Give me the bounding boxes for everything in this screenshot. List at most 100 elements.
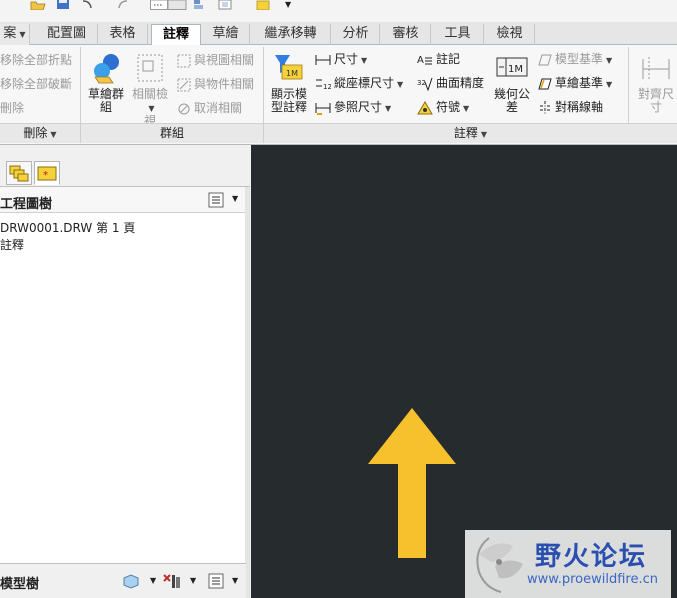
button-label: 註記 <box>436 52 461 66</box>
tab-folder-browser[interactable]: * <box>34 161 60 185</box>
close-window-icon[interactable] <box>218 0 232 10</box>
button-label: 尺寸 <box>334 52 359 66</box>
button-label: 與視圖相關 <box>194 53 255 67</box>
tree-settings-icon[interactable] <box>208 573 224 589</box>
svg-text:1M: 1M <box>286 69 298 78</box>
ribbon: 移除全部折點 移除全部破斷 刪除 刪除 ▼ 草繪群 組 相關檢▼ 視 與視圖相關 … <box>0 45 677 145</box>
sketch-group-button[interactable]: 草繪群 組 <box>86 51 126 114</box>
symmetry-line-button[interactable]: 對稱線軸 <box>538 99 603 115</box>
note-button[interactable]: A 註記 <box>417 51 460 67</box>
remove-all-cuts-button[interactable]: 移除全部破斷 <box>0 76 72 92</box>
symbol-icon <box>417 100 433 114</box>
svg-text:32: 32 <box>417 79 426 87</box>
chevron-down-icon: ▼ <box>480 130 488 139</box>
model-tree-title: 模型樹 <box>0 577 40 592</box>
geometric-tolerance-button[interactable]: 1M 幾何公 差 <box>492 51 532 114</box>
reference-dimension-button[interactable]: 參照尺寸 ▼ <box>315 99 391 117</box>
relate-to-view-button[interactable]: 與視圖相關 <box>177 52 254 68</box>
folder-icon[interactable] <box>256 0 270 10</box>
layers-icon <box>9 165 29 182</box>
button-label-line: 型註釋 <box>270 100 307 114</box>
button-label: 對稱線軸 <box>555 100 604 114</box>
note-icon: A <box>417 55 432 66</box>
show-model-annotations-icon: 1M <box>275 55 303 80</box>
navigator-scrollbar[interactable] <box>245 187 250 598</box>
surface-finish-icon: 32 <box>417 77 433 91</box>
chevron-down-icon: ▼ <box>50 130 57 139</box>
group-footer-annotate[interactable]: 註釋 ▼ <box>264 123 677 143</box>
tab-label: 案 <box>3 26 17 41</box>
chevron-down-icon[interactable]: ▼ <box>232 576 238 585</box>
group-footer-group[interactable]: 群組 <box>81 123 263 143</box>
chevron-down-icon: ▼ <box>463 104 470 113</box>
ordinate-dimension-button[interactable]: 12 縱座標尺寸 ▼ <box>315 75 403 93</box>
tab-table[interactable]: 表格 <box>98 24 148 45</box>
tab-legacy-migration[interactable]: 繼承移轉 <box>251 24 331 45</box>
chevron-down-icon: ▼ <box>385 104 392 113</box>
model-datum-button[interactable]: 模型基準 ▼ <box>538 51 612 69</box>
tab-file[interactable]: 案 ▼ <box>0 24 30 45</box>
navigator-tabs: * <box>0 145 250 187</box>
watermark-title: 野火论坛 <box>535 542 648 572</box>
dimension-icon <box>315 54 331 65</box>
tab-annotate[interactable]: 註釋 <box>151 24 201 46</box>
group-footer-delete[interactable]: 刪除 ▼ <box>0 123 80 143</box>
chevron-down-icon[interactable]: ▼ <box>232 194 238 203</box>
show-model-annotations-button[interactable]: 1M 顯示模 型註釋 <box>268 51 310 114</box>
button-label-line: 組 <box>99 100 112 114</box>
geometric-tolerance-icon: 1M <box>496 57 528 77</box>
chevron-down-icon[interactable]: ▼ <box>150 576 156 585</box>
quick-access-toolbar: ▼ <box>0 0 677 22</box>
graphics-window[interactable]: 野火论坛 www.proewildfire.cn <box>251 145 677 598</box>
watermark-url: www.proewildfire.cn <box>527 572 658 587</box>
watermark-logo-icon <box>476 537 523 593</box>
sketch-group-icon <box>94 54 119 84</box>
regenerate-icon[interactable] <box>150 0 190 10</box>
unrelate-button[interactable]: 取消相關 <box>177 100 242 116</box>
undo-icon[interactable] <box>80 0 94 10</box>
symbol-button[interactable]: 符號 ▼ <box>417 99 469 117</box>
tree-item-drawing-file[interactable]: DRW0001.DRW 第 1 頁 <box>0 219 135 236</box>
save-icon[interactable] <box>56 0 70 10</box>
button-label: 模型基準 <box>555 52 604 66</box>
surface-finish-button[interactable]: 32 曲面精度 <box>417 75 484 91</box>
folder-star-icon: * <box>37 166 57 181</box>
drawing-tree-header: 工程圖樹 ▼ <box>0 187 246 213</box>
tab-layout[interactable]: 配置圖 <box>36 24 98 45</box>
tree-item-annotations[interactable]: 註釋 <box>0 236 24 253</box>
tab-sketch[interactable]: 草繪 <box>202 24 250 45</box>
model-tree-header: 模型樹 ▼ ▼ ▼ <box>0 563 246 598</box>
redo-icon[interactable] <box>116 0 130 10</box>
align-dimensions-button[interactable]: 對齊尺 寸 <box>634 51 677 114</box>
button-label: 與物件相關 <box>194 77 255 91</box>
tab-tools[interactable]: 工具 <box>432 24 484 45</box>
tab-view[interactable]: 檢視 <box>485 24 535 45</box>
unrelate-icon <box>178 103 190 114</box>
tab-layer-tree[interactable] <box>6 161 32 185</box>
symmetry-line-icon <box>540 100 550 115</box>
sketch-datum-button[interactable]: 草繪基準 ▼ <box>538 75 612 93</box>
button-label: 取消相關 <box>194 101 243 115</box>
svg-text:12: 12 <box>323 83 331 91</box>
button-label: 縱座標尺寸 <box>334 76 395 90</box>
reference-dimension-icon <box>315 102 331 115</box>
display-icon[interactable] <box>122 573 140 589</box>
drawing-tree-title: 工程圖樹 <box>0 197 53 212</box>
tab-analysis[interactable]: 分析 <box>332 24 380 45</box>
remove-all-breaks-button[interactable]: 移除全部折點 <box>0 52 72 68</box>
chevron-down-icon: ▼ <box>361 56 368 65</box>
model-datum-icon <box>538 54 552 65</box>
chevron-down-icon[interactable]: ▼ <box>190 576 196 585</box>
related-view-button[interactable]: 相關檢▼ 視 <box>128 51 172 128</box>
dimension-button[interactable]: 尺寸 ▼ <box>315 51 367 69</box>
sketch-datum-icon <box>538 78 552 89</box>
tree-settings-icon[interactable] <box>208 192 224 208</box>
group-footer-label: 群組 <box>159 126 184 140</box>
windows-icon[interactable] <box>193 0 209 10</box>
tab-review[interactable]: 審核 <box>381 24 431 45</box>
delete-button[interactable]: 刪除 <box>0 100 24 116</box>
tools-icon[interactable] <box>162 573 182 589</box>
open-icon[interactable] <box>30 0 46 10</box>
relate-to-object-button[interactable]: 與物件相關 <box>177 76 254 92</box>
qat-dropdown-icon[interactable]: ▼ <box>285 0 291 10</box>
